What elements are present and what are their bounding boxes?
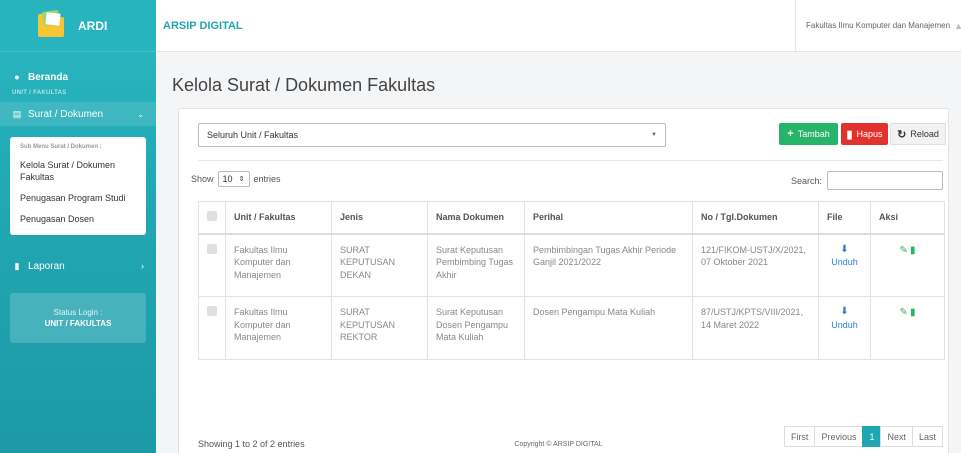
trash-icon: ▮ bbox=[846, 128, 853, 141]
unit-filter-select[interactable]: Seluruh Unit / Fakultas ▼ bbox=[198, 123, 666, 147]
select-all-cell bbox=[198, 201, 226, 235]
app-name: ARSIP DIGITAL bbox=[163, 19, 243, 32]
hapus-button[interactable]: ▮ Hapus bbox=[841, 123, 888, 145]
entries-control: Show 10 ⇕ entries bbox=[191, 171, 281, 187]
entries-label: entries bbox=[253, 174, 281, 184]
status-label: Status Login : bbox=[53, 308, 103, 317]
row-select-cell bbox=[198, 233, 226, 297]
cell-file: ⬇ Unduh bbox=[818, 296, 871, 360]
cell-aksi: ✎ ▮ bbox=[870, 233, 945, 297]
status-value: UNIT / FAKULTAS bbox=[44, 319, 112, 328]
table-row: Fakultas Ilmu Komputer dan Manajemen SUR… bbox=[198, 233, 945, 297]
cell-perihal: Pembimbingan Tugas Akhir Periode Ganjil … bbox=[524, 233, 693, 297]
download-icon[interactable]: ⬇ bbox=[827, 244, 862, 257]
row-select-cell bbox=[198, 296, 226, 360]
column-header[interactable]: Unit / Fakultas bbox=[225, 201, 332, 235]
refresh-icon: ↻ bbox=[897, 128, 907, 141]
sidebar: ARDI ● Beranda UNIT / FAKULTAS ▤ Surat /… bbox=[0, 0, 156, 453]
user-menu[interactable]: Fakultas Ilmu Komputer dan Manajemen ▲ bbox=[795, 0, 961, 52]
caret-down-icon: ▼ bbox=[651, 132, 657, 138]
cell-unit: Fakultas Ilmu Komputer dan Manajemen bbox=[225, 233, 332, 297]
filter-value: Seluruh Unit / Fakultas bbox=[207, 130, 299, 140]
chevron-down-icon: ⌄ bbox=[137, 109, 144, 119]
select-all-checkbox[interactable] bbox=[207, 211, 217, 222]
show-label: Show bbox=[191, 174, 214, 184]
sidebar-item-laporan[interactable]: ▮ Laporan › bbox=[0, 253, 156, 279]
topbar: ARSIP DIGITAL Fakultas Ilmu Komputer dan… bbox=[156, 0, 961, 52]
cell-no: 87/USTJ/KPTS/VIII/2021, 14 Maret 2022 bbox=[692, 296, 819, 360]
brand[interactable]: ARDI bbox=[0, 0, 156, 52]
download-icon[interactable]: ⬇ bbox=[827, 306, 862, 319]
row-checkbox[interactable] bbox=[207, 243, 217, 254]
divider bbox=[198, 160, 943, 161]
user-icon: ▲ bbox=[954, 20, 961, 31]
updown-icon: ⇕ bbox=[238, 176, 245, 183]
edit-icon[interactable]: ✎ bbox=[900, 307, 908, 318]
unduh-link[interactable]: Unduh bbox=[831, 320, 858, 330]
search-input[interactable] bbox=[827, 171, 943, 190]
column-header[interactable]: Perihal bbox=[524, 201, 693, 235]
sidebar-item-label: Laporan bbox=[28, 260, 65, 272]
plus-icon: + bbox=[787, 128, 794, 140]
hapus-label: Hapus bbox=[856, 129, 883, 139]
cell-no: 121/FIKOM-USTJ/X/2021, 07 Oktober 2021 bbox=[692, 233, 819, 297]
document-icon: ▤ bbox=[12, 108, 22, 119]
table-header-row: Unit / Fakultas Jenis Nama Dokumen Perih… bbox=[198, 201, 945, 235]
sidebar-item-label: Beranda bbox=[28, 71, 69, 83]
cell-nama: Surat Keputusan Dosen Pengampu Mata Kuli… bbox=[427, 296, 525, 360]
cell-jenis: SURAT KEPUTUSAN DEKAN bbox=[331, 233, 428, 297]
user-name: Fakultas Ilmu Komputer dan Manajemen bbox=[806, 21, 951, 30]
column-header[interactable]: File bbox=[818, 201, 871, 235]
submenu-header: Sub Menu Surat / Dokumen : bbox=[20, 144, 102, 150]
brand-name: ARDI bbox=[78, 18, 108, 33]
report-icon: ▮ bbox=[14, 260, 20, 271]
submenu-item-kelola-surat[interactable]: Kelola Surat / Dokumen Fakultas bbox=[10, 156, 146, 186]
submenu-item-penugasan-prodi[interactable]: Penugasan Program Studi bbox=[10, 189, 146, 207]
chevron-right-icon: › bbox=[141, 261, 144, 271]
edit-icon[interactable]: ✎ bbox=[900, 245, 908, 256]
column-header[interactable]: No / Tgl.Dokumen bbox=[692, 201, 819, 235]
cell-perihal: Dosen Pengampu Mata Kuliah bbox=[524, 296, 693, 360]
trash-icon[interactable]: ▮ bbox=[910, 307, 916, 318]
main-content: Kelola Surat / Dokumen Fakultas Seluruh … bbox=[156, 53, 961, 453]
submenu-item-penugasan-dosen[interactable]: Penugasan Dosen bbox=[10, 210, 146, 228]
search-control: Search: bbox=[791, 171, 943, 190]
tambah-label: Tambah bbox=[797, 129, 830, 139]
cell-unit: Fakultas Ilmu Komputer dan Manajemen bbox=[225, 296, 332, 360]
column-header[interactable]: Jenis bbox=[331, 201, 428, 235]
copyright: Copyright © ARSIP DIGITAL bbox=[514, 441, 603, 448]
column-header: Aksi bbox=[870, 201, 945, 235]
sidebar-section-label: UNIT / FAKULTAS bbox=[12, 90, 67, 96]
folder-logo-icon bbox=[36, 9, 66, 41]
search-label: Search: bbox=[790, 175, 822, 186]
submenu: Sub Menu Surat / Dokumen : Kelola Surat … bbox=[10, 137, 146, 235]
dashboard-icon: ● bbox=[14, 72, 20, 82]
cell-nama: Surat Keputusan Pembimbing Tugas Akhir bbox=[427, 233, 525, 297]
tambah-button[interactable]: + Tambah bbox=[779, 123, 838, 145]
table-row: Fakultas Ilmu Komputer dan Manajemen SUR… bbox=[198, 296, 945, 360]
sidebar-item-surat-dokumen[interactable]: ▤ Surat / Dokumen ⌄ bbox=[0, 102, 156, 126]
row-checkbox[interactable] bbox=[207, 306, 217, 316]
cell-aksi: ✎ ▮ bbox=[870, 296, 945, 360]
status-login-box: Status Login : UNIT / FAKULTAS bbox=[10, 293, 146, 343]
documents-table: Unit / Fakultas Jenis Nama Dokumen Perih… bbox=[198, 201, 945, 360]
trash-icon[interactable]: ▮ bbox=[910, 245, 916, 256]
cell-jenis: SURAT KEPUTUSAN REKTOR bbox=[331, 296, 428, 360]
cell-file: ⬇ Unduh bbox=[818, 233, 871, 297]
reload-label: Reload bbox=[910, 129, 939, 139]
sidebar-item-beranda[interactable]: ● Beranda bbox=[0, 66, 156, 88]
sidebar-item-label: Surat / Dokumen bbox=[28, 108, 104, 120]
column-header[interactable]: Nama Dokumen bbox=[427, 201, 525, 235]
entries-value: 10 bbox=[222, 174, 233, 184]
documents-panel: Seluruh Unit / Fakultas ▼ + Tambah ▮ Hap… bbox=[178, 108, 949, 453]
page-title: Kelola Surat / Dokumen Fakultas bbox=[172, 75, 436, 95]
entries-select[interactable]: 10 ⇕ bbox=[217, 171, 250, 187]
unduh-link[interactable]: Unduh bbox=[831, 257, 858, 267]
reload-button[interactable]: ↻ Reload bbox=[890, 123, 946, 145]
